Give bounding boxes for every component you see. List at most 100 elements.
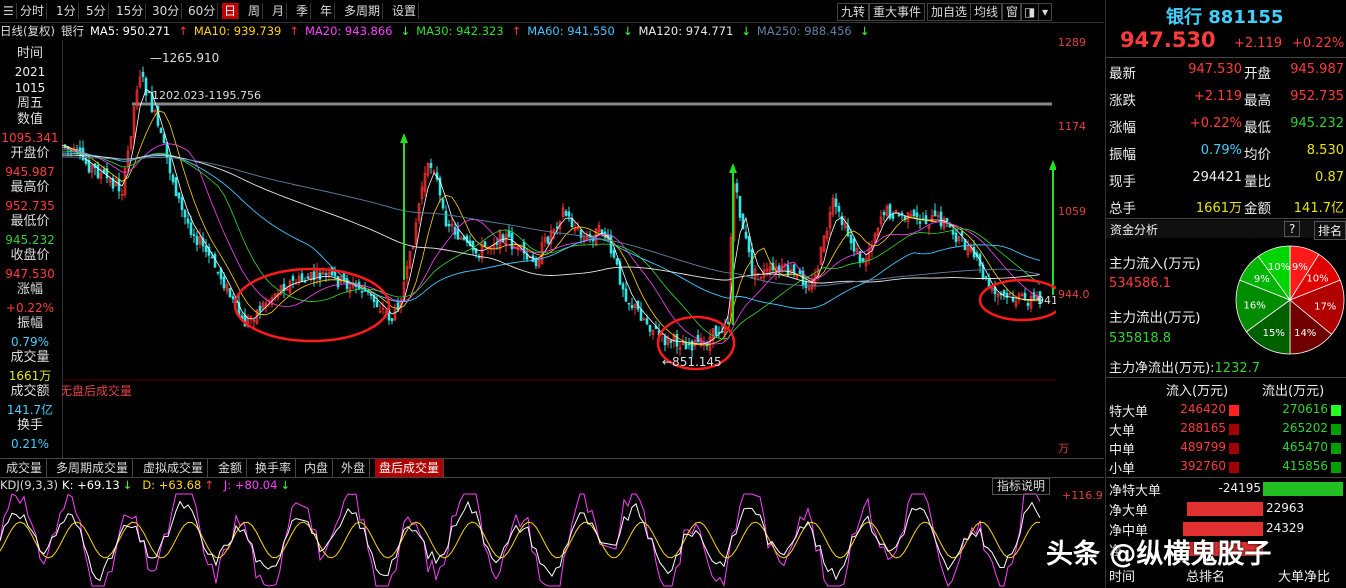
info-row-5: 1095.341	[1, 131, 59, 145]
ma-item-label: MA120: 974.771	[638, 24, 734, 38]
quote-value: 947.530	[1188, 62, 1242, 77]
indicator-tab-3[interactable]: 金额	[214, 459, 248, 477]
quote-label: 振幅	[1109, 147, 1136, 163]
period-toolbar: ☰ 分时 1分 5分 15分 30分 60分日周月季年多周期 设置 九转 重大事件 加自选 均线窗 ◨ ▾	[0, 0, 1104, 23]
candles	[63, 66, 1042, 358]
kdj-item-1: D: +63.68 ↑	[142, 478, 214, 492]
indicator-tab-0[interactable]: 成交量	[2, 459, 48, 477]
pie-slice-label: 9%	[1254, 274, 1270, 285]
period-tab-8[interactable]: 月	[270, 3, 288, 19]
period-tab-3[interactable]: 15分	[114, 3, 147, 19]
flow-out-bar	[1331, 405, 1341, 416]
ma-item-2: MA20: 943.866 ↓	[305, 24, 410, 38]
ma-item-label: MA250: 988.456	[756, 24, 852, 38]
toolbar-button-0[interactable]: 九转	[837, 3, 870, 21]
candle-body	[687, 343, 691, 346]
candle-body	[735, 183, 739, 193]
dropdown-icon[interactable]: ▾	[1038, 3, 1053, 21]
toolbar-button-1[interactable]: 重大事件	[869, 3, 926, 21]
kdj-item-label: J: +80.04	[223, 478, 278, 492]
ma-arrow-icon: ↓	[622, 24, 633, 38]
ma-arrow-icon: ↓	[400, 24, 411, 38]
candle-body	[627, 302, 631, 305]
toolbar-button-2[interactable]: 加自选	[927, 3, 972, 21]
period-tab-2[interactable]: 5分	[84, 3, 109, 19]
kdj-chart[interactable]	[0, 492, 1056, 588]
divider	[1106, 218, 1346, 219]
candle-body	[984, 276, 988, 278]
flow-out-value: 265202	[1282, 421, 1328, 435]
candle-body	[669, 340, 673, 343]
period-tab-12[interactable]: 设置	[390, 3, 420, 19]
indicator-tab-6[interactable]: 外盘	[337, 459, 371, 477]
period-tab-4[interactable]: 30分	[150, 3, 183, 19]
period-tab-6[interactable]: 日	[222, 3, 240, 19]
kdj-item-label: K: +69.13	[62, 478, 120, 492]
footer-ratio-label: 大单净比	[1278, 570, 1331, 585]
period-tab-9[interactable]: 季	[294, 3, 312, 19]
indicator-tab-2[interactable]: 虚拟成交量	[139, 459, 209, 477]
fund-help-button[interactable]: ?	[1284, 221, 1301, 237]
info-row-20: 成交额	[10, 384, 50, 399]
info-row-9: 952.735	[5, 199, 55, 213]
candle-body	[564, 211, 568, 216]
candle-body	[570, 218, 574, 228]
quote-label: 涨幅	[1109, 120, 1136, 136]
net-flow-label: 净大单	[1109, 504, 1149, 519]
candle-body	[300, 273, 304, 281]
period-tab-10[interactable]: 年	[318, 3, 336, 19]
period-tab-1[interactable]: 1分	[54, 3, 79, 19]
indicator-tab-5[interactable]: 内盘	[300, 459, 334, 477]
net-flow-label: 净特大单	[1109, 484, 1162, 499]
candle-body	[390, 318, 394, 322]
window-split-icon[interactable]: ◨	[1020, 3, 1040, 21]
candle-body	[318, 272, 322, 280]
toolbar-menu-icon[interactable]: ☰	[1, 3, 17, 19]
stock-name-code: 银行 881155	[1166, 7, 1284, 28]
candle-body	[375, 300, 379, 308]
candlestick-chart[interactable]: —1265.910 1202.023-1195.756 ←851.145 941 无盘后…	[62, 40, 1056, 455]
chart-type-label: 日线(复权)	[0, 24, 55, 38]
candle-body	[444, 211, 448, 227]
ma-item-1: MA10: 939.739 ↑	[194, 24, 299, 38]
kdj-j-line	[0, 493, 1041, 587]
candle-body	[192, 234, 196, 237]
ma-legend: 日线(复权) 银行 MA5: 950.271 ↑ MA10: 939.739 ↑ MA20:…	[0, 23, 1055, 39]
candle-body	[684, 341, 688, 350]
quote-panel: 银行 881155 947.530 +2.119 +0.22% 最新 947.53…	[1105, 0, 1346, 588]
info-row-11: 945.232	[5, 233, 55, 247]
indicator-tab-7[interactable]: 盘后成交量	[375, 459, 445, 477]
indicator-tab-1[interactable]: 多周期成交量	[52, 459, 134, 477]
period-tab-0[interactable]: 分时	[18, 3, 48, 19]
ma-item-5: MA120: 974.771 ↓	[638, 24, 750, 38]
up-arrow-icon	[729, 163, 737, 173]
info-row-7: 945.987	[5, 165, 55, 179]
period-tab-7[interactable]: 周	[246, 3, 264, 19]
candle-body	[849, 234, 853, 244]
quote-label: 量比	[1244, 174, 1271, 190]
toolbar-button-3[interactable]: 均线	[970, 3, 1003, 21]
low-price-label: ←851.145	[662, 355, 722, 369]
net-flow-value: 22963	[1266, 501, 1305, 515]
indicator-help-button[interactable]: 指标说明	[992, 478, 1051, 495]
candle-body	[117, 179, 121, 192]
candle-body	[639, 309, 643, 321]
price-axis-label-1: 1174	[1058, 120, 1086, 133]
info-row-21: 141.7亿	[6, 403, 54, 417]
indicator-tab-4[interactable]: 换手率	[251, 459, 297, 477]
main-outflow-label: 主力流出(万元)	[1109, 310, 1201, 326]
index-name: 银行	[60, 24, 84, 38]
period-tab-5[interactable]: 60分	[186, 3, 219, 19]
candle-body	[804, 281, 808, 288]
period-tab-11[interactable]: 多周期	[342, 3, 384, 19]
rank-button[interactable]: 排名	[1314, 221, 1346, 240]
candle-body	[852, 238, 856, 252]
flow-in-bar	[1229, 405, 1239, 416]
toolbar-button-4[interactable]: 窗	[1002, 3, 1023, 21]
kdj-arrow-icon: ↓	[122, 478, 133, 492]
ma-arrow-icon: ↑	[289, 24, 299, 38]
candle-body	[624, 288, 628, 302]
info-row-15: +0.22%	[5, 301, 55, 315]
info-row-2: 1015	[14, 81, 46, 95]
candle-body	[204, 245, 208, 252]
